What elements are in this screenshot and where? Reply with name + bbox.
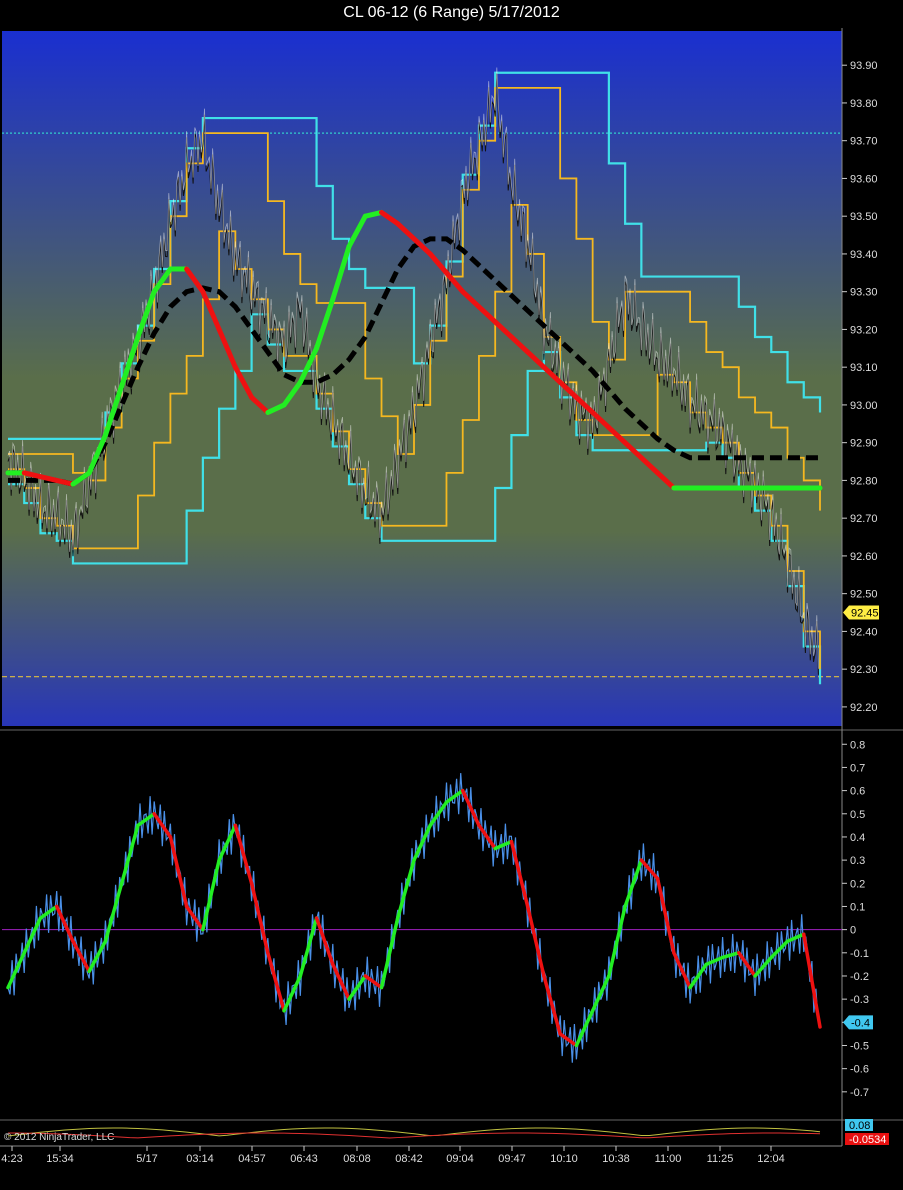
oscillator-signal-segment xyxy=(233,823,254,886)
oscillator-panel: 0.8 0.7 0.6 0.5 0.4 0.3 0.2 0.1 0 -0.1 -0.2 -0.3 -0.… xyxy=(2,739,873,1099)
osc-tick-label: 0.4 xyxy=(850,832,865,844)
osc-tick-label: -0.1 xyxy=(850,948,869,960)
price-tick-label: 93.60 xyxy=(850,173,878,185)
osc-tick-label: -0.5 xyxy=(850,1040,869,1052)
time-tick-label: 09:04 xyxy=(446,1153,474,1165)
oscillator-signal-segment xyxy=(298,916,319,978)
price-tick-label: 92.80 xyxy=(850,475,878,487)
osc-tick-label: 0.7 xyxy=(850,762,865,774)
oscillator-signal-segment xyxy=(688,962,709,990)
price-tick-label: 93.50 xyxy=(850,211,878,223)
osc-tick-label: 0.3 xyxy=(850,855,865,867)
time-tick-label: 11:25 xyxy=(707,1153,734,1165)
price-tick-label: 92.20 xyxy=(850,702,878,714)
oscillator-signal-segment xyxy=(119,823,140,886)
oscillator-signal-segment xyxy=(542,974,562,1036)
time-axis: 4:23 15:34 5/17 03:14 04:57 06:43 08:08 08:42 09… xyxy=(0,1145,842,1165)
osc-tick-label: 0.5 xyxy=(850,809,865,821)
price-tick-label: 93.10 xyxy=(850,362,878,374)
price-tick-label: 92.70 xyxy=(850,513,878,525)
osc-tick-label: -0.6 xyxy=(850,1064,869,1076)
oscillator-signal-segment xyxy=(363,974,384,990)
price-tick-label: 92.60 xyxy=(850,551,878,563)
price-tick-label: 93.90 xyxy=(850,60,878,72)
oscillator-signal-segment xyxy=(249,881,270,955)
price-tick-label: 92.30 xyxy=(850,664,878,676)
price-tick-label: 93.30 xyxy=(850,287,878,299)
price-tick-label: 92.50 xyxy=(850,589,878,601)
price-tick-label: 93.00 xyxy=(850,400,878,412)
osc-value-label: -0.4 xyxy=(851,1017,870,1029)
oscillator-signal-segment xyxy=(201,858,221,932)
volume-badge-label: -0.0534 xyxy=(849,1134,886,1146)
oscillator-signal-segment xyxy=(282,974,303,1013)
price-tick-label: 93.80 xyxy=(850,98,878,110)
time-tick-label: 04:57 xyxy=(238,1153,266,1165)
time-tick-label: 10:38 xyxy=(602,1153,630,1165)
time-tick-label: 12:04 xyxy=(757,1153,785,1165)
time-tick-label: 08:08 xyxy=(343,1153,371,1165)
osc-tick-label: 0.8 xyxy=(850,739,865,751)
oscillator-signal-segment xyxy=(607,904,627,978)
oscillator-signal-segment xyxy=(103,881,124,943)
chart-canvas[interactable]: 93.90 93.80 93.70 93.60 93.50 93.40 93.30 93.20… xyxy=(0,0,903,1190)
time-tick-label: 09:47 xyxy=(498,1153,526,1165)
osc-tick-label: -0.7 xyxy=(850,1087,869,1099)
osc-tick-label: 0.1 xyxy=(850,901,865,913)
time-tick-label: 4:23 xyxy=(1,1153,22,1165)
time-tick-label: 03:14 xyxy=(186,1153,214,1165)
oscillator-signal-segment xyxy=(509,839,530,909)
price-tick-label: 93.20 xyxy=(850,324,878,336)
time-tick-label: 5/17 xyxy=(136,1153,157,1165)
oscillator-signal-segment xyxy=(379,916,400,990)
oscillator-signal-segment xyxy=(802,932,822,1029)
chart-window: CL 06-12 (6 Range) 5/17/2012 93.90 93.80 9… xyxy=(0,0,903,1190)
osc-tick-label: -0.2 xyxy=(850,971,869,983)
price-tick-label: 93.40 xyxy=(850,249,878,261)
time-tick-label: 11:00 xyxy=(655,1153,682,1165)
oscillator-signal-segment xyxy=(217,823,238,862)
volume-badge-label: 0.08 xyxy=(849,1120,870,1132)
oscillator-signal-segment xyxy=(623,858,644,909)
oscillator-signal-segment xyxy=(525,904,546,978)
time-tick-label: 08:42 xyxy=(395,1153,423,1165)
price-tick-label: 92.90 xyxy=(850,438,878,450)
osc-tick-label: -0.3 xyxy=(850,994,869,1006)
oscillator-signal-segment xyxy=(314,916,335,967)
time-tick-label: 15:34 xyxy=(46,1153,74,1165)
osc-tick-label: 0.6 xyxy=(850,786,865,798)
copyright-label: © 2012 NinjaTrader, LLC xyxy=(4,1132,115,1143)
volume-panel: 0.08 -0.0534 xyxy=(7,1119,889,1146)
oscillator-signal-segment xyxy=(396,858,416,920)
last-price-label: 92.45 xyxy=(851,608,879,620)
osc-tick-label: 0.2 xyxy=(850,878,865,890)
oscillator-signal-segment xyxy=(168,835,189,909)
price-tick-label: 93.70 xyxy=(850,136,878,148)
oscillator-signal-segment xyxy=(477,823,497,851)
oscillator-raw-line xyxy=(7,773,819,1063)
osc-tick-label: 0 xyxy=(850,925,856,937)
time-tick-label: 06:43 xyxy=(290,1153,318,1165)
time-tick-label: 10:10 xyxy=(550,1153,578,1165)
price-tick-label: 92.40 xyxy=(850,626,878,638)
oscillator-signal-segment xyxy=(655,876,676,955)
